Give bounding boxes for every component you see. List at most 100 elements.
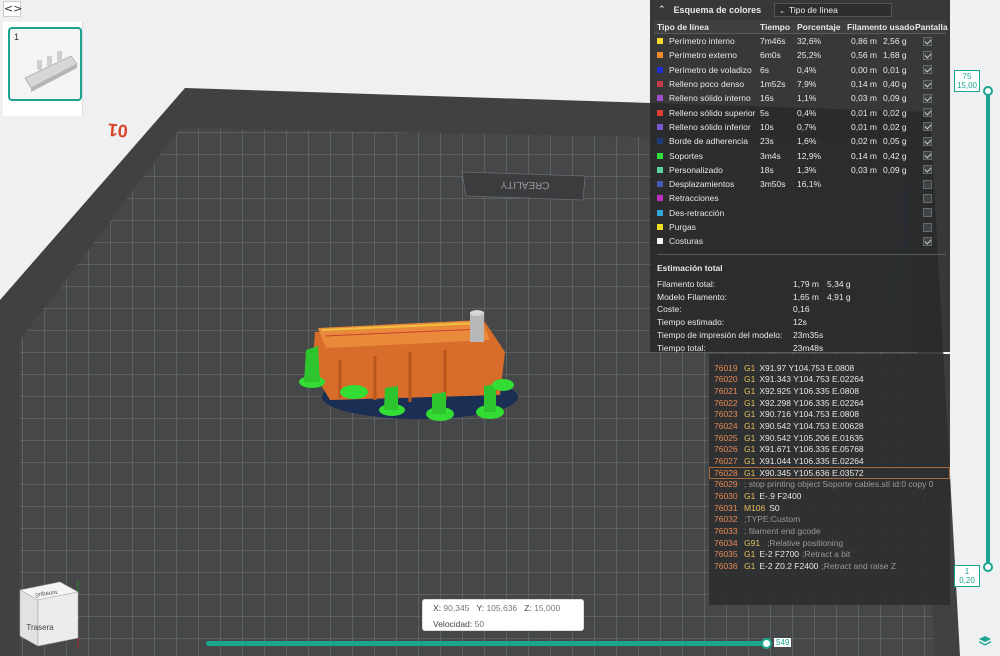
line-percent: 25,2% <box>797 50 822 61</box>
move-slider-handle[interactable] <box>761 638 772 649</box>
display-checkbox[interactable] <box>923 222 932 232</box>
legend-row: Relleno sólido superior 5s 0,4% 0,01 m 0,02 … <box>654 105 946 119</box>
gcode-line[interactable]: 76020 G1 X91.343 Y104.753 E.02264 <box>709 374 950 386</box>
gcode-line[interactable]: 76032 ;TYPE:Custom <box>709 514 950 526</box>
line-weight: 1,68 g <box>883 50 907 61</box>
gcode-comment: ;Relative positioning <box>767 537 844 548</box>
gcode-line[interactable]: 76025 G1 X90.542 Y105.206 E.01635 <box>709 432 950 444</box>
gcode-line[interactable]: 76036 G1 E-2 Z0.2 F2400 ;Retract and raise … <box>709 560 950 572</box>
display-checkbox[interactable] <box>923 151 932 161</box>
line-weight: 0,40 g <box>883 79 907 90</box>
gcode-line[interactable]: 76035 G1 E-2 F2700 ;Retract a bit <box>709 549 950 561</box>
chevron-down-icon: ⌄ <box>779 7 785 15</box>
line-type-name: Des-retracción <box>669 207 725 218</box>
estimate-label: Filamento total: <box>657 278 716 289</box>
estimate-row: Tiempo total: 23m48s <box>657 341 950 354</box>
legend-row: Perímetro interno 7m46s 32,6% 0,86 m 2,56 g <box>654 34 946 48</box>
z-value: 15,000 <box>534 603 561 613</box>
line-weight: 0,02 g <box>883 121 907 132</box>
display-checkbox[interactable] <box>923 236 932 246</box>
gcode-line[interactable]: 76030 G1 E-.9 F2400 <box>709 490 950 502</box>
gcode-line[interactable]: 76033 ; filament end gcode <box>709 525 950 537</box>
gcode-line[interactable]: 76028 G1 X90.345 Y105.636 E.03572 <box>709 466 950 479</box>
display-checkbox[interactable] <box>923 93 932 103</box>
layer-top-handle[interactable] <box>983 86 993 96</box>
display-checkbox[interactable] <box>923 108 932 118</box>
gcode-comment: ; stop printing object Soporte cables.st… <box>744 479 934 490</box>
gcode-line-number: 76022 <box>714 397 738 408</box>
gcode-command: G1 <box>744 421 756 432</box>
gcode-line[interactable]: 76023 G1 X90.716 Y104.753 E.0808 <box>709 409 950 421</box>
line-time: 3m4s <box>760 150 781 161</box>
legend-swatch <box>657 81 663 88</box>
line-time: 6m0s <box>760 50 781 61</box>
display-checkbox[interactable] <box>923 136 932 146</box>
layers-icon[interactable] <box>978 634 992 648</box>
layer-top-label: 75 15,00 <box>954 70 980 92</box>
legend-swatch <box>657 181 663 188</box>
display-checkbox[interactable] <box>923 79 932 89</box>
model-thumbnail <box>24 51 78 92</box>
legend-swatch <box>657 138 663 145</box>
gcode-args: X92.925 Y106.335 E.0808 <box>759 386 859 397</box>
gcode-args: X91.671 Y106.335 E.05768 <box>759 444 864 455</box>
estimate-label: Tiempo estimado: <box>657 317 725 328</box>
gcode-args: S0 <box>769 502 780 513</box>
plate-thumbnail[interactable]: 1 <box>8 27 82 101</box>
x-value: 90,345 <box>443 603 470 613</box>
view-type-select[interactable]: ⌄ Tipo de línea <box>774 3 893 17</box>
gcode-line[interactable]: 76034 G91 ;Relative positioning <box>709 537 950 549</box>
display-checkbox[interactable] <box>923 208 932 218</box>
gcode-line[interactable]: 76021 G1 X92.925 Y106.335 E.0808 <box>709 385 950 397</box>
line-time: 16s <box>760 93 774 104</box>
estimate-label: Tiempo total: <box>657 342 706 353</box>
view-cube[interactable]: Superior Trasera <box>16 580 80 650</box>
gcode-args: X91.343 Y104.753 E.02264 <box>759 374 864 385</box>
y-value: 105,636 <box>486 603 518 613</box>
gcode-line[interactable]: 76024 G1 X90.542 Y104.753 E.00628 <box>709 420 950 432</box>
legend-swatch <box>657 166 663 173</box>
gcode-line[interactable]: 76031 M106 S0 <box>709 502 950 514</box>
legend-header: Tipo de línea Tiempo Porcentaje Filament… <box>654 20 948 34</box>
line-type-name: Soportes <box>669 150 704 161</box>
gcode-args: X92.298 Y106.335 E.02264 <box>759 397 864 408</box>
gcode-command: G1 <box>744 362 756 373</box>
gcode-line-number: 76031 <box>714 502 738 513</box>
line-type-name: Desplazamientos <box>669 179 735 190</box>
legend-row: Relleno sólido interno 16s 1,1% 0,03 m 0,09 … <box>654 91 946 105</box>
gcode-line[interactable]: 76027 G1 X91.044 Y106.335 E.02264 <box>709 455 950 467</box>
display-checkbox[interactable] <box>923 193 932 203</box>
gcode-args: X90.542 Y105.206 E.01635 <box>759 432 864 443</box>
gcode-line[interactable]: 76019 G1 X91.97 Y104.753 E.0808 <box>709 362 950 374</box>
collapse-chevron-icon[interactable]: ⌃ <box>658 5 666 15</box>
gcode-line-number: 76028 <box>714 467 738 478</box>
display-checkbox[interactable] <box>923 122 932 132</box>
collapse-sidebar-button[interactable]: <> <box>3 1 22 17</box>
gcode-line[interactable]: 76022 G1 X92.298 Y106.335 E.02264 <box>709 397 950 409</box>
layer-slider[interactable] <box>986 90 990 567</box>
layer-bottom-handle[interactable] <box>983 562 993 572</box>
legend-swatch <box>657 195 663 202</box>
gcode-command: G1 <box>744 397 756 408</box>
estimate-value-secondary: 5,34 g <box>827 278 851 289</box>
move-slider[interactable] <box>206 641 766 646</box>
gcode-line[interactable]: 76026 G1 X91.671 Y106.335 E.05768 <box>709 444 950 456</box>
line-percent: 0,7% <box>797 121 817 132</box>
gcode-line[interactable]: 76029 ; stop printing object Soporte cabl… <box>709 479 950 491</box>
line-weight: 0,02 g <box>883 107 907 118</box>
gcode-line-number: 76021 <box>714 386 738 397</box>
estimate-row: Tiempo de impresión del modelo: 23m35s <box>657 329 950 342</box>
estimate-label: Tiempo de impresión del modelo: <box>657 330 783 341</box>
display-checkbox[interactable] <box>923 50 932 60</box>
display-checkbox[interactable] <box>923 65 932 75</box>
display-checkbox[interactable] <box>923 36 932 46</box>
display-checkbox[interactable] <box>923 179 932 189</box>
gcode-comment: ;Retract and raise Z <box>821 560 897 571</box>
legend-row: Relleno poco denso 1m52s 7,9% 0,14 m 0,40 g <box>654 77 946 91</box>
display-checkbox[interactable] <box>923 165 932 175</box>
line-percent: 1,1% <box>797 93 817 104</box>
line-time: 18s <box>760 164 774 175</box>
line-time: 1m52s <box>760 79 786 90</box>
gcode-args: E-2 Z0.2 F2400 <box>759 560 819 571</box>
estimate-label: Modelo Filamento: <box>657 291 727 302</box>
